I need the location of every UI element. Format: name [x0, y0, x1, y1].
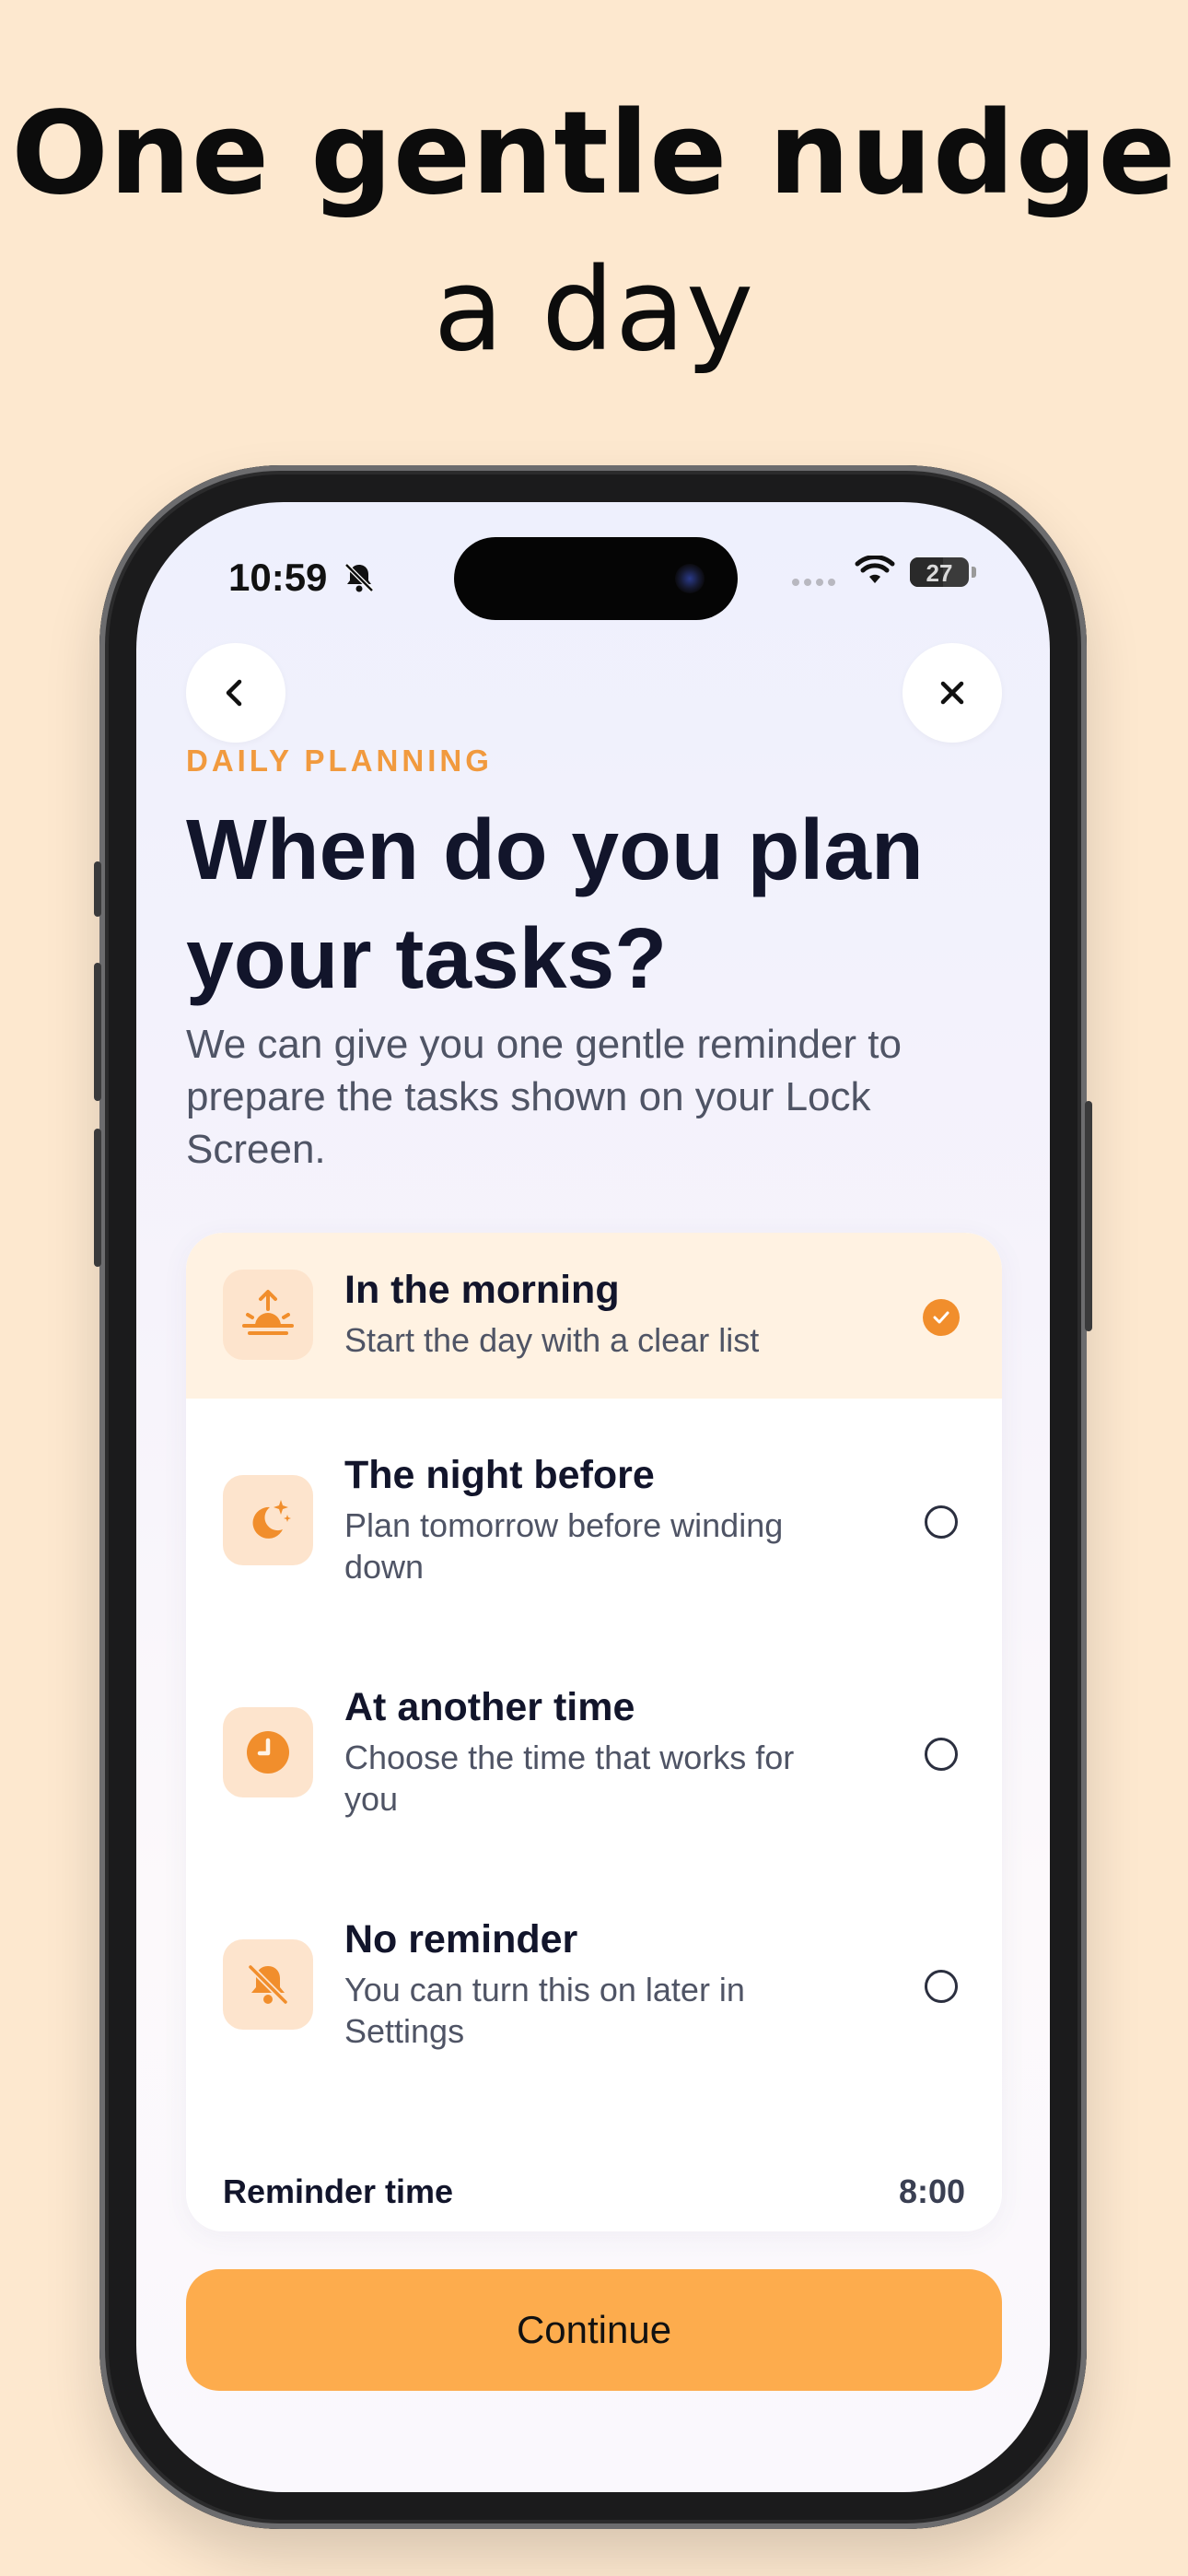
option-night-before[interactable]: The night before Plan tomorrow before wi…	[186, 1440, 1002, 1606]
radio-unselected[interactable]	[925, 1970, 958, 2003]
side-button	[1085, 1101, 1092, 1331]
close-button[interactable]	[903, 643, 1002, 743]
battery-indicator: 27	[910, 557, 976, 587]
headline-line-2: a day	[433, 244, 755, 377]
page-subtitle: We can give you one gentle reminder to p…	[186, 1022, 902, 1172]
radio-selected[interactable]	[923, 1299, 960, 1336]
close-icon	[940, 681, 964, 705]
bell-slash-icon	[223, 1939, 313, 2030]
app-screen: 10:59 27 DAILY PLANNING When do you plan…	[136, 502, 1050, 2492]
reminder-time-value[interactable]: 8:00	[899, 2172, 965, 2211]
option-title: In the morning	[344, 1268, 620, 1312]
bell-slash-icon	[344, 563, 374, 592]
continue-button[interactable]: Continue	[186, 2269, 1002, 2391]
back-button[interactable]	[186, 643, 285, 743]
option-title: At another time	[344, 1685, 635, 1729]
option-description: You can turn this on later in Settings	[344, 1971, 745, 2050]
option-another-time[interactable]: At another time Choose the time that wor…	[186, 1672, 1002, 1838]
volume-up-button	[94, 963, 101, 1101]
signal-icon	[792, 579, 835, 586]
radio-unselected[interactable]	[925, 1505, 958, 1539]
page-title-line-2: your tasks?	[186, 910, 668, 1006]
sunrise-icon	[223, 1270, 313, 1360]
section-eyebrow: DAILY PLANNING	[186, 744, 493, 778]
option-no-reminder[interactable]: No reminder You can turn this on later i…	[186, 1904, 1002, 2070]
camera-icon	[675, 564, 705, 593]
option-description: Choose the time that works for you	[344, 1739, 795, 1818]
option-title: No reminder	[344, 1917, 578, 1961]
option-description: Start the day with a clear list	[344, 1321, 760, 1359]
moon-stars-icon	[223, 1475, 313, 1565]
reminder-time-label: Reminder time	[223, 2172, 454, 2210]
status-time: 10:59	[228, 556, 328, 599]
marketing-headline: One gentle nudge a day	[0, 76, 1188, 389]
battery-level: 27	[926, 559, 953, 587]
checkmark-icon	[933, 1311, 949, 1324]
page-title: When do you plan your tasks?	[186, 795, 1015, 1013]
headline-line-1: One gentle nudge	[11, 88, 1177, 220]
clock-icon	[223, 1707, 313, 1797]
chevron-left-icon	[226, 679, 242, 707]
wifi-icon	[855, 556, 895, 583]
phone-frame: 10:59 27 DAILY PLANNING When do you plan…	[94, 465, 1092, 2529]
option-morning[interactable]: In the morning Start the day with a clea…	[186, 1233, 1002, 1399]
page-title-line-1: When do you plan	[186, 802, 924, 897]
radio-unselected[interactable]	[925, 1738, 958, 1771]
dynamic-island	[454, 537, 738, 620]
option-description: Plan tomorrow before winding down	[344, 1506, 784, 1586]
option-title: The night before	[344, 1453, 655, 1497]
options-card: In the morning Start the day with a clea…	[186, 1233, 1002, 2231]
volume-down-button	[94, 1129, 101, 1267]
action-button	[94, 861, 101, 917]
